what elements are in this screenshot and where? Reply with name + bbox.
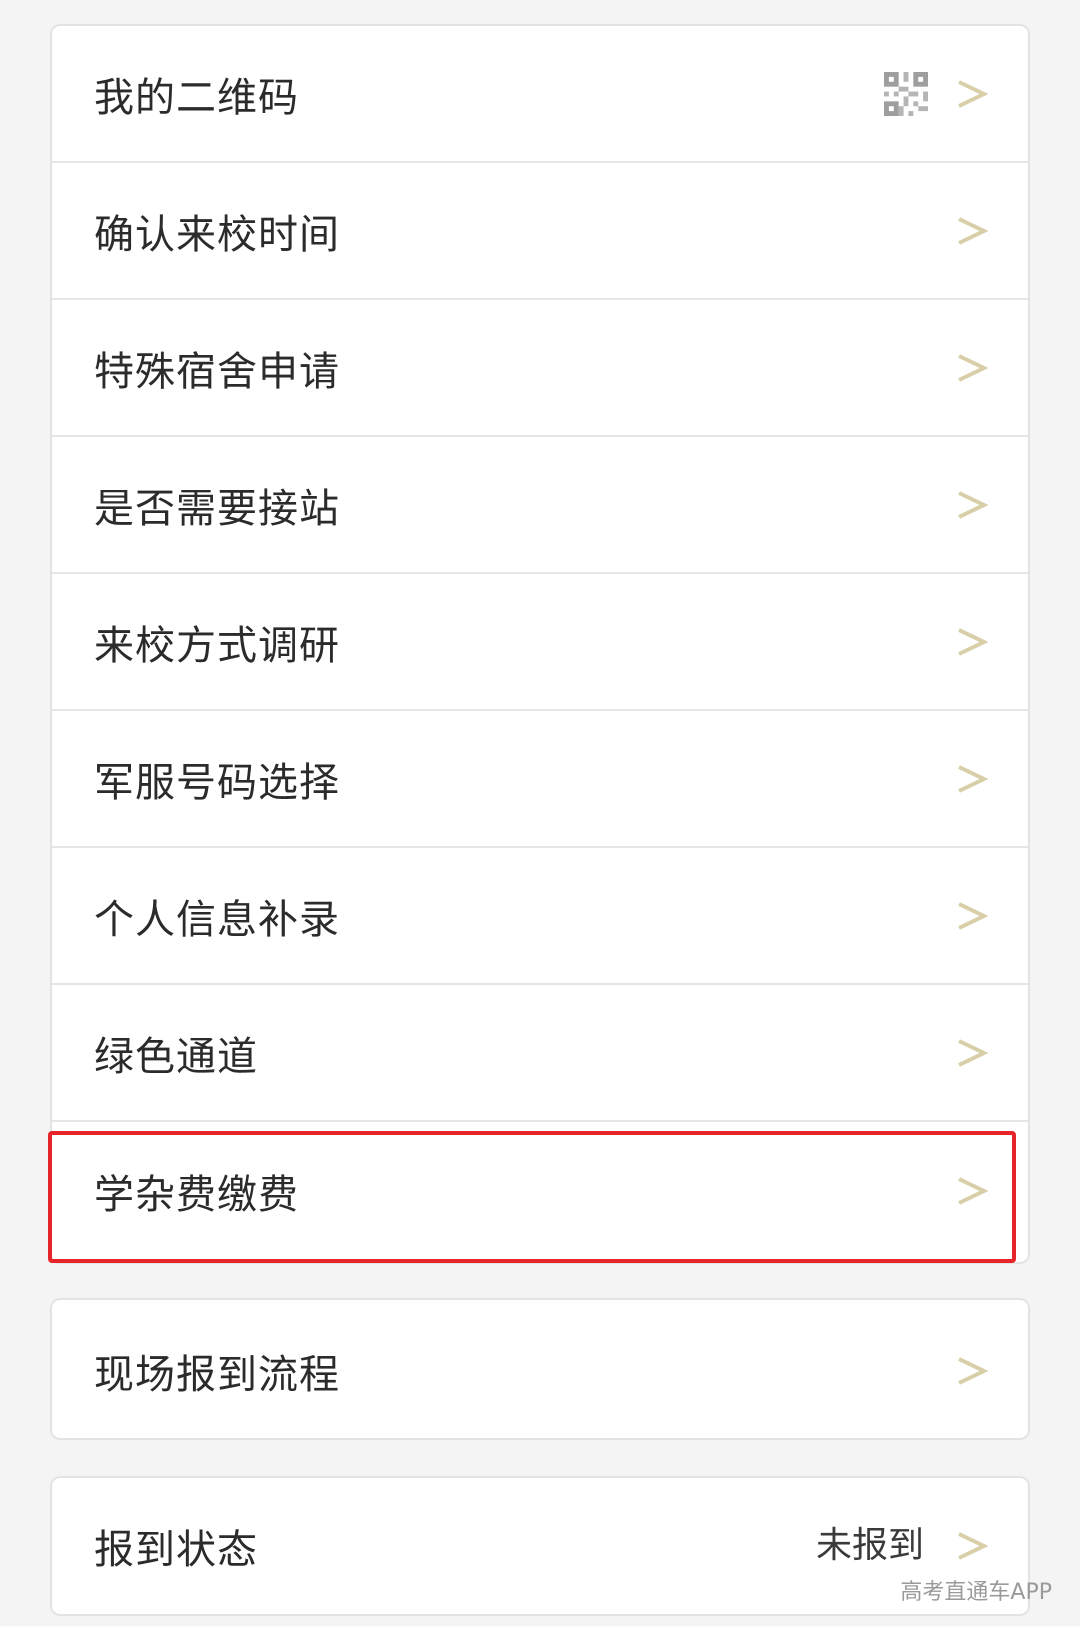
chevron-right-icon: [958, 1357, 988, 1385]
menu-item-onsite-registration-flow[interactable]: 现场报到流程: [52, 1300, 1028, 1438]
menu-item-label: 学杂费缴费: [94, 1171, 299, 1218]
menu-item-registration-status[interactable]: 报到状态 未报到: [52, 1478, 1028, 1614]
chevron-right-icon: [958, 353, 988, 382]
menu-item-label: 军服号码选择: [94, 759, 340, 806]
menu-item-my-qr-code[interactable]: 我的二维码: [52, 26, 1028, 163]
menu-item-label: 确认来校时间: [94, 211, 340, 258]
chevron-right-icon: [958, 764, 988, 793]
menu-item-label: 个人信息补录: [94, 896, 340, 943]
chevron-right-icon: [958, 490, 988, 519]
menu-item-arrival-method-survey[interactable]: 来校方式调研: [52, 574, 1028, 711]
menu-item-green-channel[interactable]: 绿色通道: [52, 985, 1028, 1122]
menu-item-label: 我的二维码: [94, 74, 299, 121]
chevron-right-icon: [958, 1176, 988, 1205]
menu-item-label: 来校方式调研: [94, 622, 340, 669]
chevron-right-icon: [958, 901, 988, 930]
chevron-right-icon: [958, 627, 988, 656]
menu-item-label: 特殊宿舍申请: [94, 348, 340, 395]
main-menu-card: 我的二维码 确认来校时间 特殊宿舍申请 是否需要接站 来校方式调研 军服号码选择…: [50, 24, 1030, 1264]
menu-item-label: 是否需要接站: [94, 485, 340, 532]
menu-item-tuition-payment[interactable]: 学杂费缴费: [52, 1122, 1028, 1259]
menu-item-label: 现场报到流程: [94, 1352, 340, 1398]
chevron-right-icon: [958, 1038, 988, 1067]
chevron-right-icon: [958, 1532, 988, 1560]
status-value: 未报到: [815, 1524, 924, 1566]
menu-item-label: 绿色通道: [94, 1033, 258, 1080]
watermark: 高考直通车APP: [900, 1580, 1052, 1605]
menu-item-confirm-arrival-time[interactable]: 确认来校时间: [52, 163, 1028, 300]
menu-item-uniform-size-selection[interactable]: 军服号码选择: [52, 711, 1028, 848]
chevron-right-icon: [958, 79, 988, 108]
menu-item-personal-info-supplement[interactable]: 个人信息补录: [52, 848, 1028, 985]
menu-item-label: 报到状态: [94, 1527, 258, 1573]
status-card: 报到状态 未报到: [50, 1476, 1030, 1616]
menu-item-special-dorm-application[interactable]: 特殊宿舍申请: [52, 300, 1028, 437]
chevron-right-icon: [958, 216, 988, 245]
menu-item-station-pickup[interactable]: 是否需要接站: [52, 437, 1028, 574]
flow-card: 现场报到流程: [50, 1298, 1030, 1440]
qr-code-icon: [884, 71, 928, 116]
